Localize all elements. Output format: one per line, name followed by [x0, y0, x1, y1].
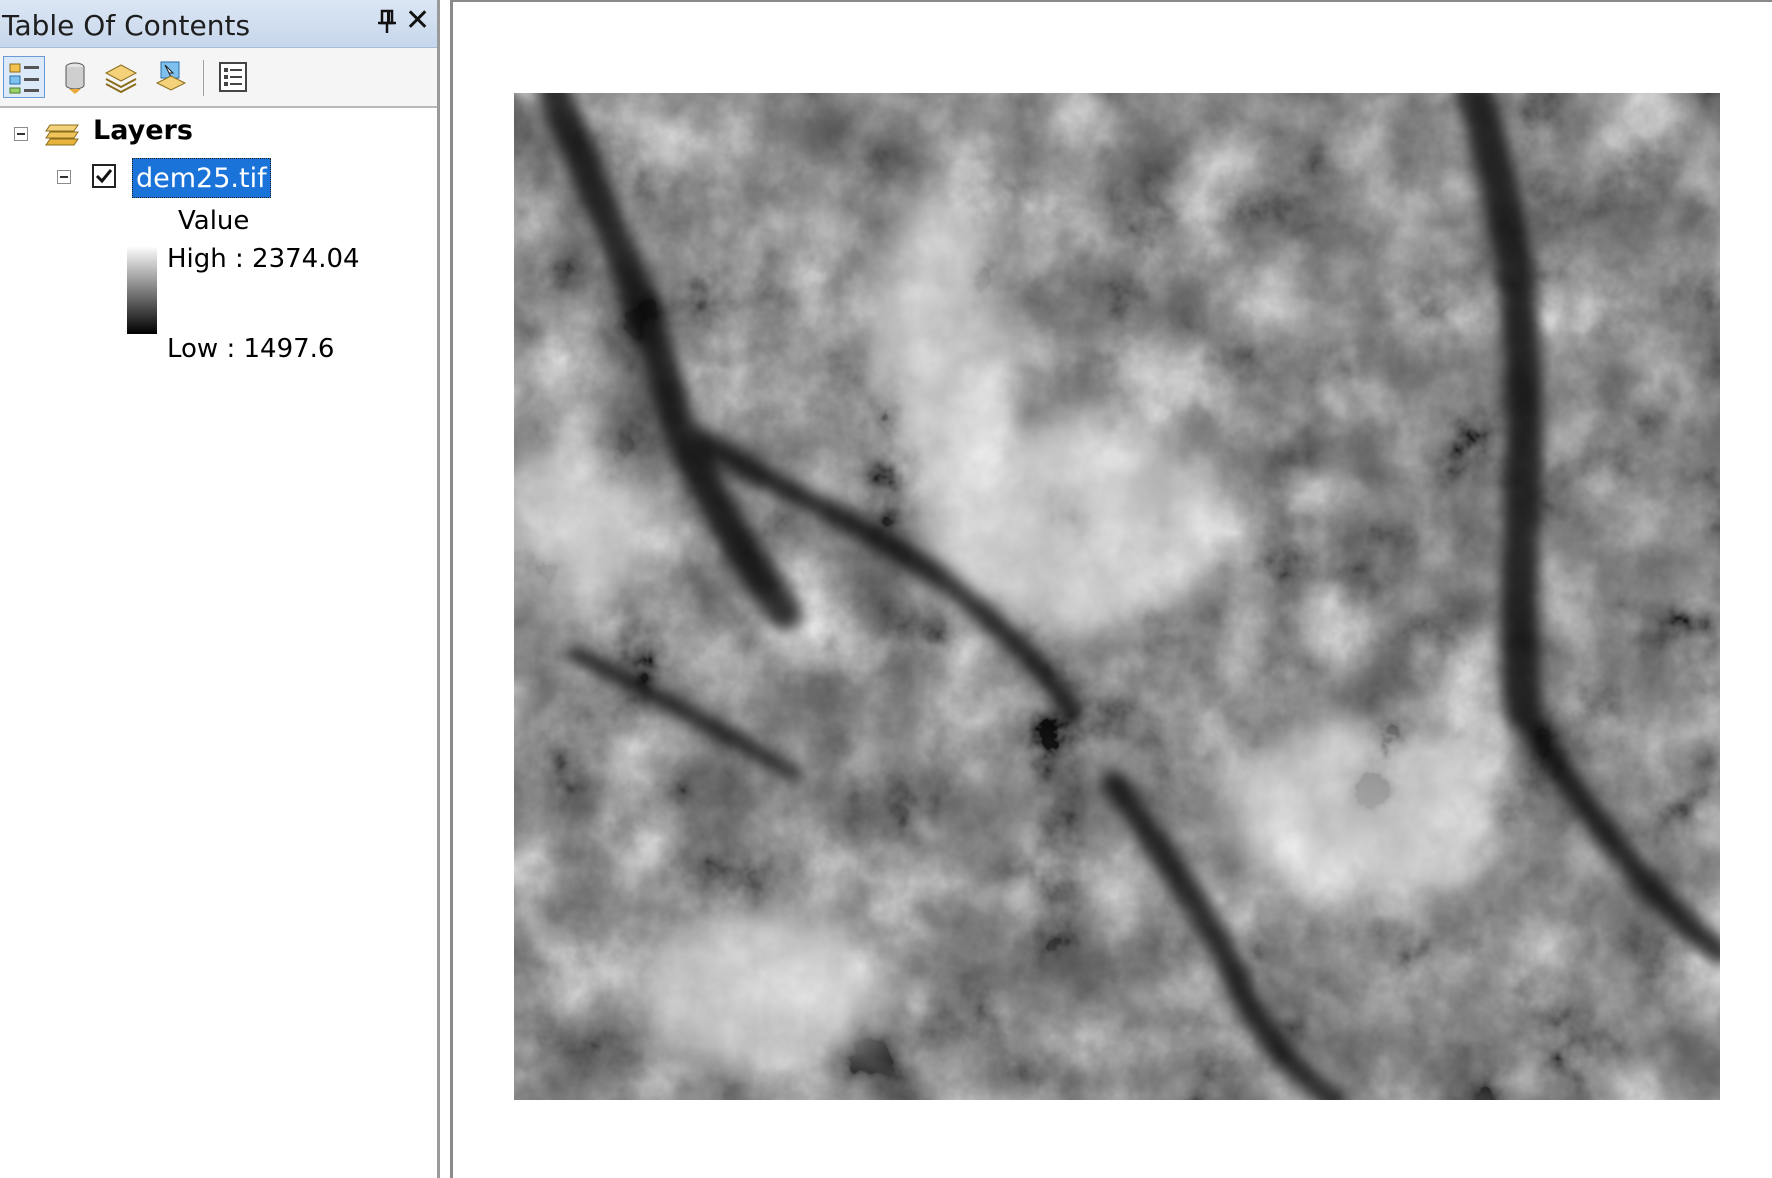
options-button[interactable]	[212, 56, 254, 98]
legend-field-label: Value	[178, 206, 250, 236]
list-by-source-button[interactable]	[54, 56, 96, 98]
selection-icon	[155, 61, 187, 91]
layers-group-icon	[44, 115, 84, 151]
table-of-contents-pane: Table Of Contents ✕ Layers dem25.tif Val…	[0, 0, 440, 1178]
layer-name-dem[interactable]: dem25.tif	[132, 158, 271, 198]
toc-title: Table Of Contents	[2, 9, 251, 42]
drawing-order-icon	[9, 63, 39, 94]
dem-raster-image	[514, 93, 1720, 1100]
layers-collapse-toggle[interactable]	[14, 127, 28, 141]
list-by-selection-button[interactable]	[150, 56, 192, 98]
database-icon	[65, 62, 85, 94]
layer-visibility-checkbox[interactable]	[92, 164, 116, 188]
list-by-visibility-button[interactable]	[100, 56, 142, 98]
list-by-drawing-order-button[interactable]	[3, 56, 45, 98]
legend-color-ramp[interactable]	[127, 246, 157, 334]
dem-raster[interactable]	[514, 93, 1720, 1100]
layer-collapse-toggle[interactable]	[57, 170, 71, 184]
toc-toolbar	[0, 48, 437, 108]
layers-root-label[interactable]: Layers	[93, 115, 193, 146]
toc-title-bar[interactable]: Table Of Contents ✕	[0, 0, 437, 48]
layers-visibility-icon	[104, 64, 138, 94]
legend-high-label: High : 2374.04	[167, 244, 360, 274]
toolbar-separator	[203, 60, 204, 96]
pin-icon[interactable]	[376, 8, 398, 36]
checkmark-icon	[95, 169, 113, 184]
close-icon[interactable]: ✕	[405, 6, 430, 36]
legend-low-label: Low : 1497.6	[167, 334, 335, 364]
options-icon	[219, 62, 247, 92]
